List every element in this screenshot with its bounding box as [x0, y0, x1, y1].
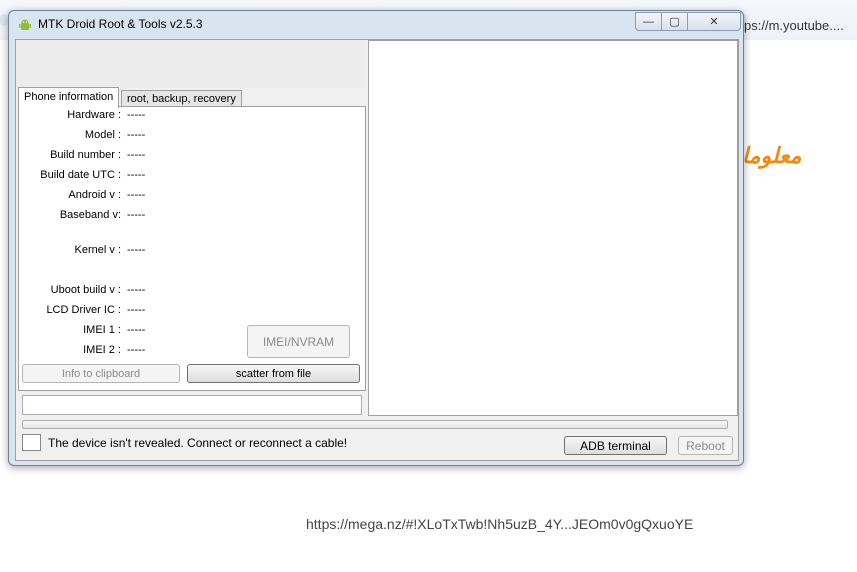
minimize-icon: —: [643, 15, 654, 28]
lcd-driver-label: LCD Driver IC :: [46, 304, 121, 316]
model-value: -----: [127, 129, 146, 141]
info-to-clipboard-button[interactable]: Info to clipboard: [22, 364, 180, 383]
hardware-value: -----: [127, 109, 146, 121]
close-icon: ✕: [709, 16, 719, 28]
command-input[interactable]: [22, 395, 362, 415]
build-date-value: -----: [127, 169, 146, 181]
maximize-icon: ▢: [669, 16, 680, 28]
imei2-value: -----: [127, 344, 146, 356]
device-status-icon: [22, 434, 41, 451]
info-row-build-date: Build date UTC : -----: [19, 169, 365, 185]
client-area: Phone information root, backup, recovery…: [15, 39, 739, 461]
info-row-kernel: Kernel v : -----: [19, 244, 365, 260]
build-number-label: Build number :: [50, 149, 121, 161]
phone-info-panel: Hardware : ----- Model : ----- Build num…: [18, 106, 366, 391]
close-button[interactable]: ✕: [687, 12, 741, 31]
uboot-label: Uboot build v :: [50, 284, 121, 296]
lcd-driver-value: -----: [127, 304, 146, 316]
adb-terminal-button[interactable]: ADB terminal: [564, 436, 667, 455]
log-output-area[interactable]: [368, 40, 738, 416]
imei1-value: -----: [127, 324, 146, 336]
kernel-label: Kernel v :: [74, 244, 121, 256]
title-bar[interactable]: MTK Droid Root & Tools v2.5.3 — ▢ ✕: [9, 11, 743, 39]
background-arabic-text: معلوما: [742, 144, 802, 169]
info-row-lcd: LCD Driver IC : -----: [19, 304, 365, 320]
left-header-area: [16, 40, 366, 88]
blurred-bookmark: [0, 14, 8, 26]
info-row-uboot: Uboot build v : -----: [19, 284, 365, 300]
imei1-label: IMEI 1 :: [83, 324, 121, 336]
info-row-android: Android v : -----: [19, 189, 365, 205]
tab-phone-information[interactable]: Phone information: [18, 87, 120, 108]
window-title: MTK Droid Root & Tools v2.5.3: [38, 17, 203, 31]
browser-url-fragment: ps://m.youtube....: [744, 18, 844, 33]
progress-bar: [22, 420, 728, 429]
baseband-label: Baseband v:: [59, 209, 121, 221]
baseband-value: -----: [127, 209, 146, 221]
build-date-label: Build date UTC :: [40, 169, 121, 181]
android-version-value: -----: [127, 189, 146, 201]
android-version-label: Android v :: [68, 189, 121, 201]
imei2-label: IMEI 2 :: [83, 344, 121, 356]
maximize-button[interactable]: ▢: [661, 12, 688, 31]
android-icon: [19, 19, 31, 30]
kernel-value: -----: [127, 244, 146, 256]
info-row-baseband: Baseband v: -----: [19, 209, 365, 225]
model-label: Model :: [84, 129, 121, 141]
minimize-button[interactable]: —: [635, 12, 662, 31]
build-number-value: -----: [127, 149, 146, 161]
info-row-build-number: Build number : -----: [19, 149, 365, 165]
info-row-model: Model : -----: [19, 129, 365, 145]
hardware-label: Hardware :: [67, 109, 121, 121]
uboot-value: -----: [127, 284, 146, 296]
info-row-hardware: Hardware : -----: [19, 109, 365, 125]
scatter-from-file-button[interactable]: scatter from file: [187, 364, 360, 383]
device-status-text: The device isn't revealed. Connect or re…: [48, 436, 348, 450]
reboot-button[interactable]: Reboot: [678, 436, 733, 455]
imei-nvram-button[interactable]: IMEI/NVRAM: [247, 325, 350, 358]
tab-root-backup-recovery[interactable]: root, backup, recovery: [121, 90, 242, 107]
background-mega-link[interactable]: https://mega.nz/#!XLoTxTwb!Nh5uzB_4Y...J…: [306, 516, 693, 532]
app-window: MTK Droid Root & Tools v2.5.3 — ▢ ✕ Phon…: [8, 10, 744, 466]
